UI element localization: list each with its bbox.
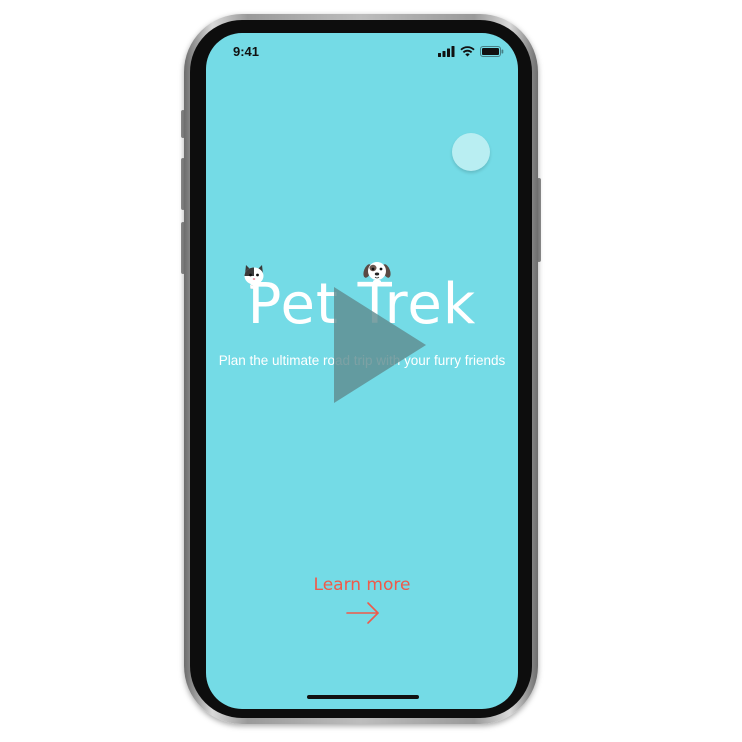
battery-icon <box>480 46 504 57</box>
decorative-circle <box>452 133 490 171</box>
cellular-signal-icon <box>438 46 455 57</box>
status-icons <box>438 46 504 57</box>
play-icon[interactable] <box>330 283 430 407</box>
home-indicator[interactable] <box>307 695 419 699</box>
learn-more-link[interactable]: Learn more <box>206 575 518 595</box>
app-screen: 9:41 Pet Trek Plan the ultimate your fur… <box>206 33 518 709</box>
status-time: 9:41 <box>233 44 260 59</box>
arrow-right-icon[interactable] <box>345 601 381 625</box>
wifi-icon <box>460 46 475 57</box>
device-mockup: 9:41 Pet Trek Plan the ultimate your fur… <box>0 0 742 742</box>
